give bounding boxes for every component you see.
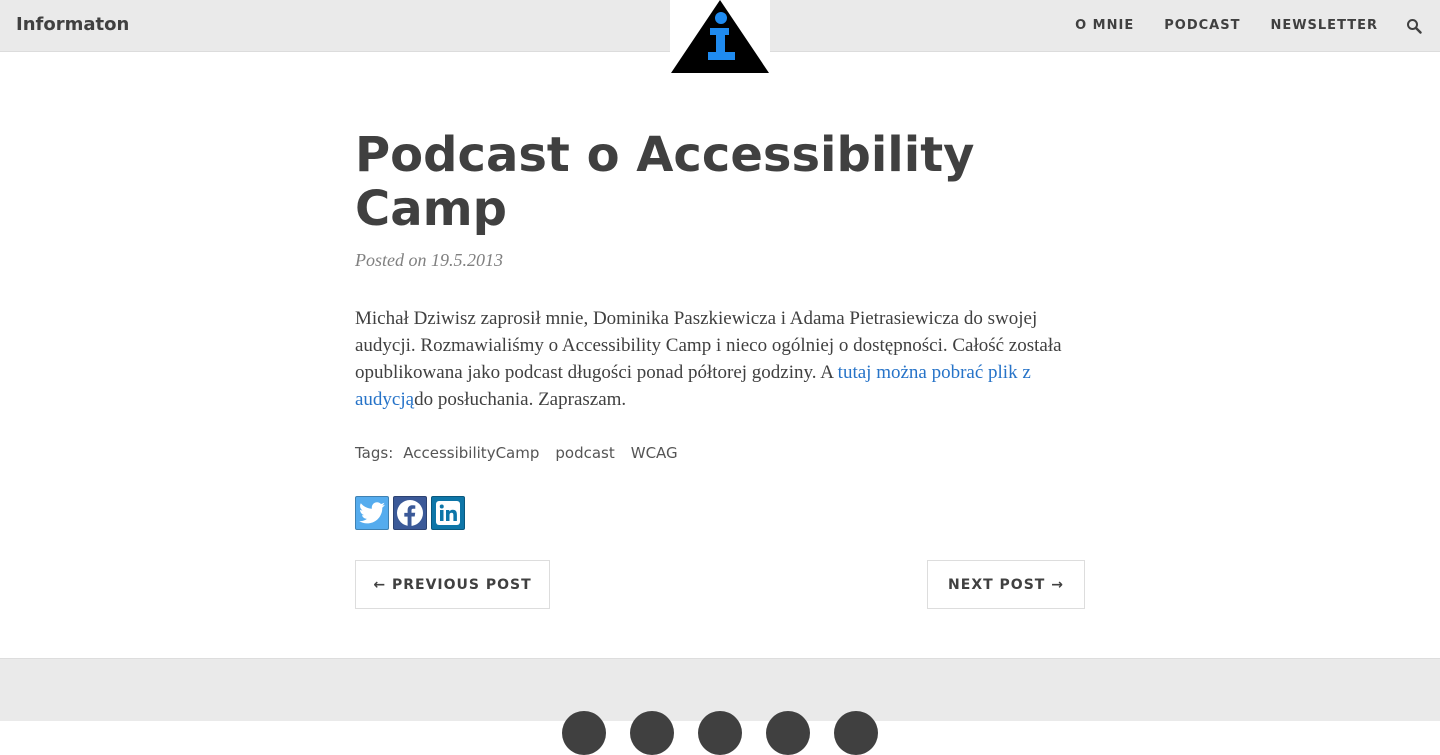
- info-triangle-logo: [671, 0, 769, 73]
- tags-label: Tags:: [355, 444, 394, 462]
- nav-link-newsletter[interactable]: NEWSLETTER: [1270, 18, 1378, 33]
- nav-links: O MNIE PODCAST NEWSLETTER: [1045, 0, 1422, 51]
- post-meta: Posted on 19.5.2013: [355, 250, 503, 270]
- share-linkedin-button[interactable]: [431, 496, 465, 530]
- share-facebook-button[interactable]: [393, 496, 427, 530]
- footer-social-icon[interactable]: [630, 711, 674, 755]
- footer: [0, 658, 1440, 755]
- share-twitter-button[interactable]: [355, 496, 389, 530]
- footer-social-icon[interactable]: [698, 711, 742, 755]
- footer-social-icon[interactable]: [834, 711, 878, 755]
- nav-link-podcast[interactable]: PODCAST: [1164, 18, 1240, 33]
- linkedin-icon: [436, 501, 460, 525]
- previous-post-button[interactable]: ← PREVIOUS POST: [355, 560, 550, 609]
- share-buttons: [355, 496, 469, 530]
- next-post-button[interactable]: NEXT POST →: [927, 560, 1085, 609]
- footer-social-icon[interactable]: [766, 711, 810, 755]
- footer-social-icon[interactable]: [562, 711, 606, 755]
- nav-link-o-mnie[interactable]: O MNIE: [1075, 18, 1134, 33]
- post-title: Podcast o Accessibility Camp: [355, 127, 975, 237]
- site-logo[interactable]: [670, 0, 770, 74]
- post-body: Michał Dziwisz zaprosił mnie, Dominika P…: [355, 305, 1085, 413]
- facebook-icon: [397, 500, 423, 526]
- tags: Tags: AccessibilityCamp podcast WCAG: [355, 444, 678, 462]
- footer-social-icons: [562, 711, 902, 755]
- brand-link[interactable]: Informaton: [16, 14, 129, 35]
- twitter-icon: [359, 502, 385, 524]
- post-body-text-2: do posłuchania. Zapraszam.: [414, 389, 627, 410]
- search-icon[interactable]: [1406, 18, 1422, 34]
- tag-link[interactable]: AccessibilityCamp: [403, 444, 539, 462]
- tag-link[interactable]: WCAG: [631, 444, 678, 462]
- tag-link[interactable]: podcast: [555, 444, 614, 462]
